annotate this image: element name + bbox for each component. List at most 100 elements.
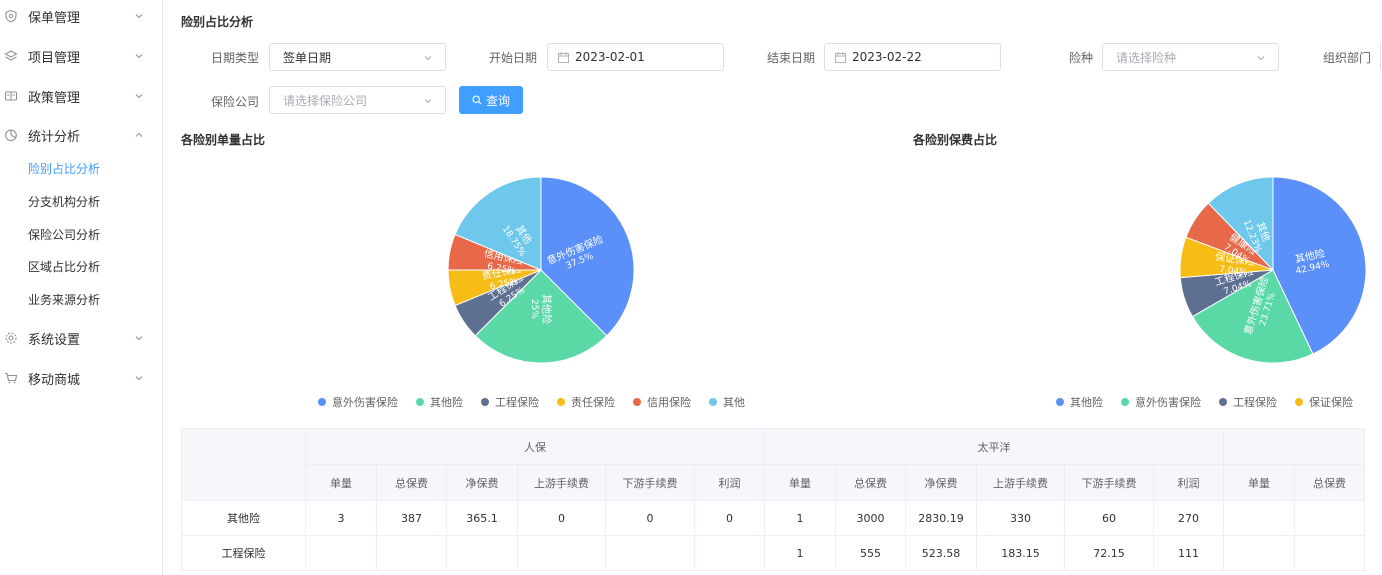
start-date-value: 2023-02-01 — [575, 50, 645, 64]
table-column-header: 单量 — [305, 464, 377, 501]
shield-icon — [5, 9, 17, 23]
end-date-picker[interactable]: 2023-02-22 — [824, 43, 1001, 71]
start-date-label: 开始日期 — [488, 51, 537, 65]
legend-item[interactable]: 其他险 — [1056, 394, 1103, 410]
chevron-down-icon — [135, 376, 143, 381]
table-column-header: 上游手续费 — [517, 464, 606, 501]
gear-icon — [5, 332, 17, 344]
sidebar-item-project[interactable]: 项目管理 — [0, 36, 162, 76]
table-cell: 60 — [1064, 500, 1154, 536]
legend-item[interactable]: 其他险 — [416, 394, 463, 410]
pie-slice-category: 其他险 — [540, 294, 553, 324]
chart-title-count: 各险别单量占比 — [181, 133, 266, 147]
legend-dot — [1219, 398, 1227, 406]
table-cell: 0 — [694, 500, 765, 536]
query-button[interactable]: 查询 — [459, 86, 523, 114]
legend-item[interactable]: 工程保险 — [1219, 394, 1277, 410]
legend-label: 工程保险 — [1233, 396, 1277, 409]
sidebar-subitem-label: 分支机构分析 — [28, 195, 101, 209]
sidebar-item-policy[interactable]: 保单管理 — [0, 0, 162, 36]
sidebar-subitem-branch[interactable]: 分支机构分析 — [0, 185, 162, 218]
table-cell: 523.58 — [905, 535, 977, 571]
policy-icon — [4, 91, 18, 101]
legend-item[interactable]: 意外伤害保险 — [1121, 394, 1201, 410]
insurance-type-placeholder: 请选择险种 — [1116, 50, 1177, 65]
legend-item[interactable]: 责任保险 — [557, 394, 615, 410]
sidebar-item-label: 项目管理 — [28, 50, 81, 66]
legend-dot — [709, 398, 717, 406]
legend-item[interactable]: 工程保险 — [481, 394, 539, 410]
chevron-down-icon — [424, 56, 432, 61]
table-column-header: 单量 — [1223, 464, 1295, 501]
sidebar-subitem-label: 保险公司分析 — [28, 228, 101, 242]
chevron-down-icon — [135, 54, 143, 59]
sidebar-item-settings[interactable]: 系统设置 — [0, 318, 162, 358]
legend-label: 其他 — [723, 396, 745, 409]
company-placeholder: 请选择保险公司 — [283, 93, 368, 108]
table-cell — [1294, 500, 1365, 536]
date-type-select[interactable]: 签单日期 — [269, 43, 446, 71]
table-column-header: 总保费 — [835, 464, 906, 501]
chart-title-premium: 各险别保费占比 — [913, 133, 998, 147]
table-cell — [694, 535, 765, 571]
date-type-label: 日期类型 — [210, 51, 259, 65]
table-column-header: 下游手续费 — [605, 464, 695, 501]
sidebar-subitem-label: 业务来源分析 — [28, 293, 101, 307]
insurance-type-select[interactable]: 请选择险种 — [1102, 43, 1279, 71]
sidebar-item-label: 政策管理 — [28, 90, 81, 106]
table-column-header: 下游手续费 — [1064, 464, 1154, 501]
legend-item[interactable]: 保证保险 — [1295, 394, 1353, 410]
main-content: 险别占比分析 日期类型 签单日期 开始日期 2023-02-01 结束日期 20… — [163, 0, 1382, 575]
calendar-icon — [835, 52, 846, 63]
table-cell: 555 — [835, 535, 906, 571]
sidebar-subitem-company[interactable]: 保险公司分析 — [0, 218, 162, 251]
table-column-header: 利润 — [1153, 464, 1224, 501]
pie-slice-percent: 25% — [529, 299, 539, 319]
table-cell: 111 — [1153, 535, 1224, 571]
page-title: 险别占比分析 — [181, 15, 254, 29]
legend-dot — [481, 398, 489, 406]
sidebar-subitem-type-ratio[interactable]: 险别占比分析 — [0, 152, 162, 185]
legend-dot — [633, 398, 641, 406]
table-corner-cell — [181, 428, 306, 501]
legend-item[interactable]: 其他 — [709, 394, 745, 410]
table-cell — [1294, 535, 1365, 571]
sidebar-item-mall[interactable]: 移动商城 — [0, 358, 162, 398]
sidebar-item-statistics[interactable]: 统计分析 — [0, 115, 162, 155]
legend-premium: 其他险 意外伤害保险 工程保险 保证保险 — [1056, 394, 1371, 410]
query-button-label: 查询 — [485, 93, 510, 108]
legend-dot — [1121, 398, 1129, 406]
table-column-header: 净保费 — [905, 464, 977, 501]
legend-dot — [1056, 398, 1064, 406]
chevron-up-icon — [135, 132, 143, 137]
data-table: 人保 太平洋 单量 总保费 净保费 上游手续费 下游手续费 利润 单量 总保费 … — [181, 428, 1365, 571]
table-cell — [446, 535, 518, 571]
table-group-header: 人保 — [305, 428, 765, 465]
sidebar-item-label: 保单管理 — [28, 10, 81, 26]
table-column-header: 净保费 — [446, 464, 518, 501]
legend-label: 意外伤害保险 — [332, 396, 398, 409]
legend-label: 工程保险 — [495, 396, 539, 409]
table-cell — [1223, 535, 1295, 571]
sidebar-item-policy-mgmt[interactable]: 政策管理 — [0, 76, 162, 116]
legend-label: 责任保险 — [571, 396, 615, 409]
sidebar-item-label: 移动商城 — [28, 372, 81, 388]
legend-label: 其他险 — [1070, 396, 1103, 409]
table-cell — [1223, 500, 1295, 536]
table-column-header: 上游手续费 — [976, 464, 1065, 501]
date-type-value: 签单日期 — [283, 50, 332, 65]
sidebar-subitem-region[interactable]: 区域占比分析 — [0, 250, 162, 283]
table-group-header — [1223, 428, 1365, 465]
company-select[interactable]: 请选择保险公司 — [269, 86, 446, 114]
legend-dot — [557, 398, 565, 406]
table-cell: 183.15 — [976, 535, 1065, 571]
sidebar-subitem-source[interactable]: 业务来源分析 — [0, 283, 162, 316]
chevron-down-icon — [1257, 56, 1265, 61]
start-date-picker[interactable]: 2023-02-01 — [547, 43, 724, 71]
table-cell: 330 — [976, 500, 1065, 536]
chevron-down-icon — [135, 94, 143, 99]
table-column-header: 单量 — [764, 464, 836, 501]
legend-item[interactable]: 意外伤害保险 — [318, 394, 398, 410]
table-group-header-row: 人保 太平洋 — [181, 428, 1365, 501]
legend-item[interactable]: 信用保险 — [633, 394, 691, 410]
